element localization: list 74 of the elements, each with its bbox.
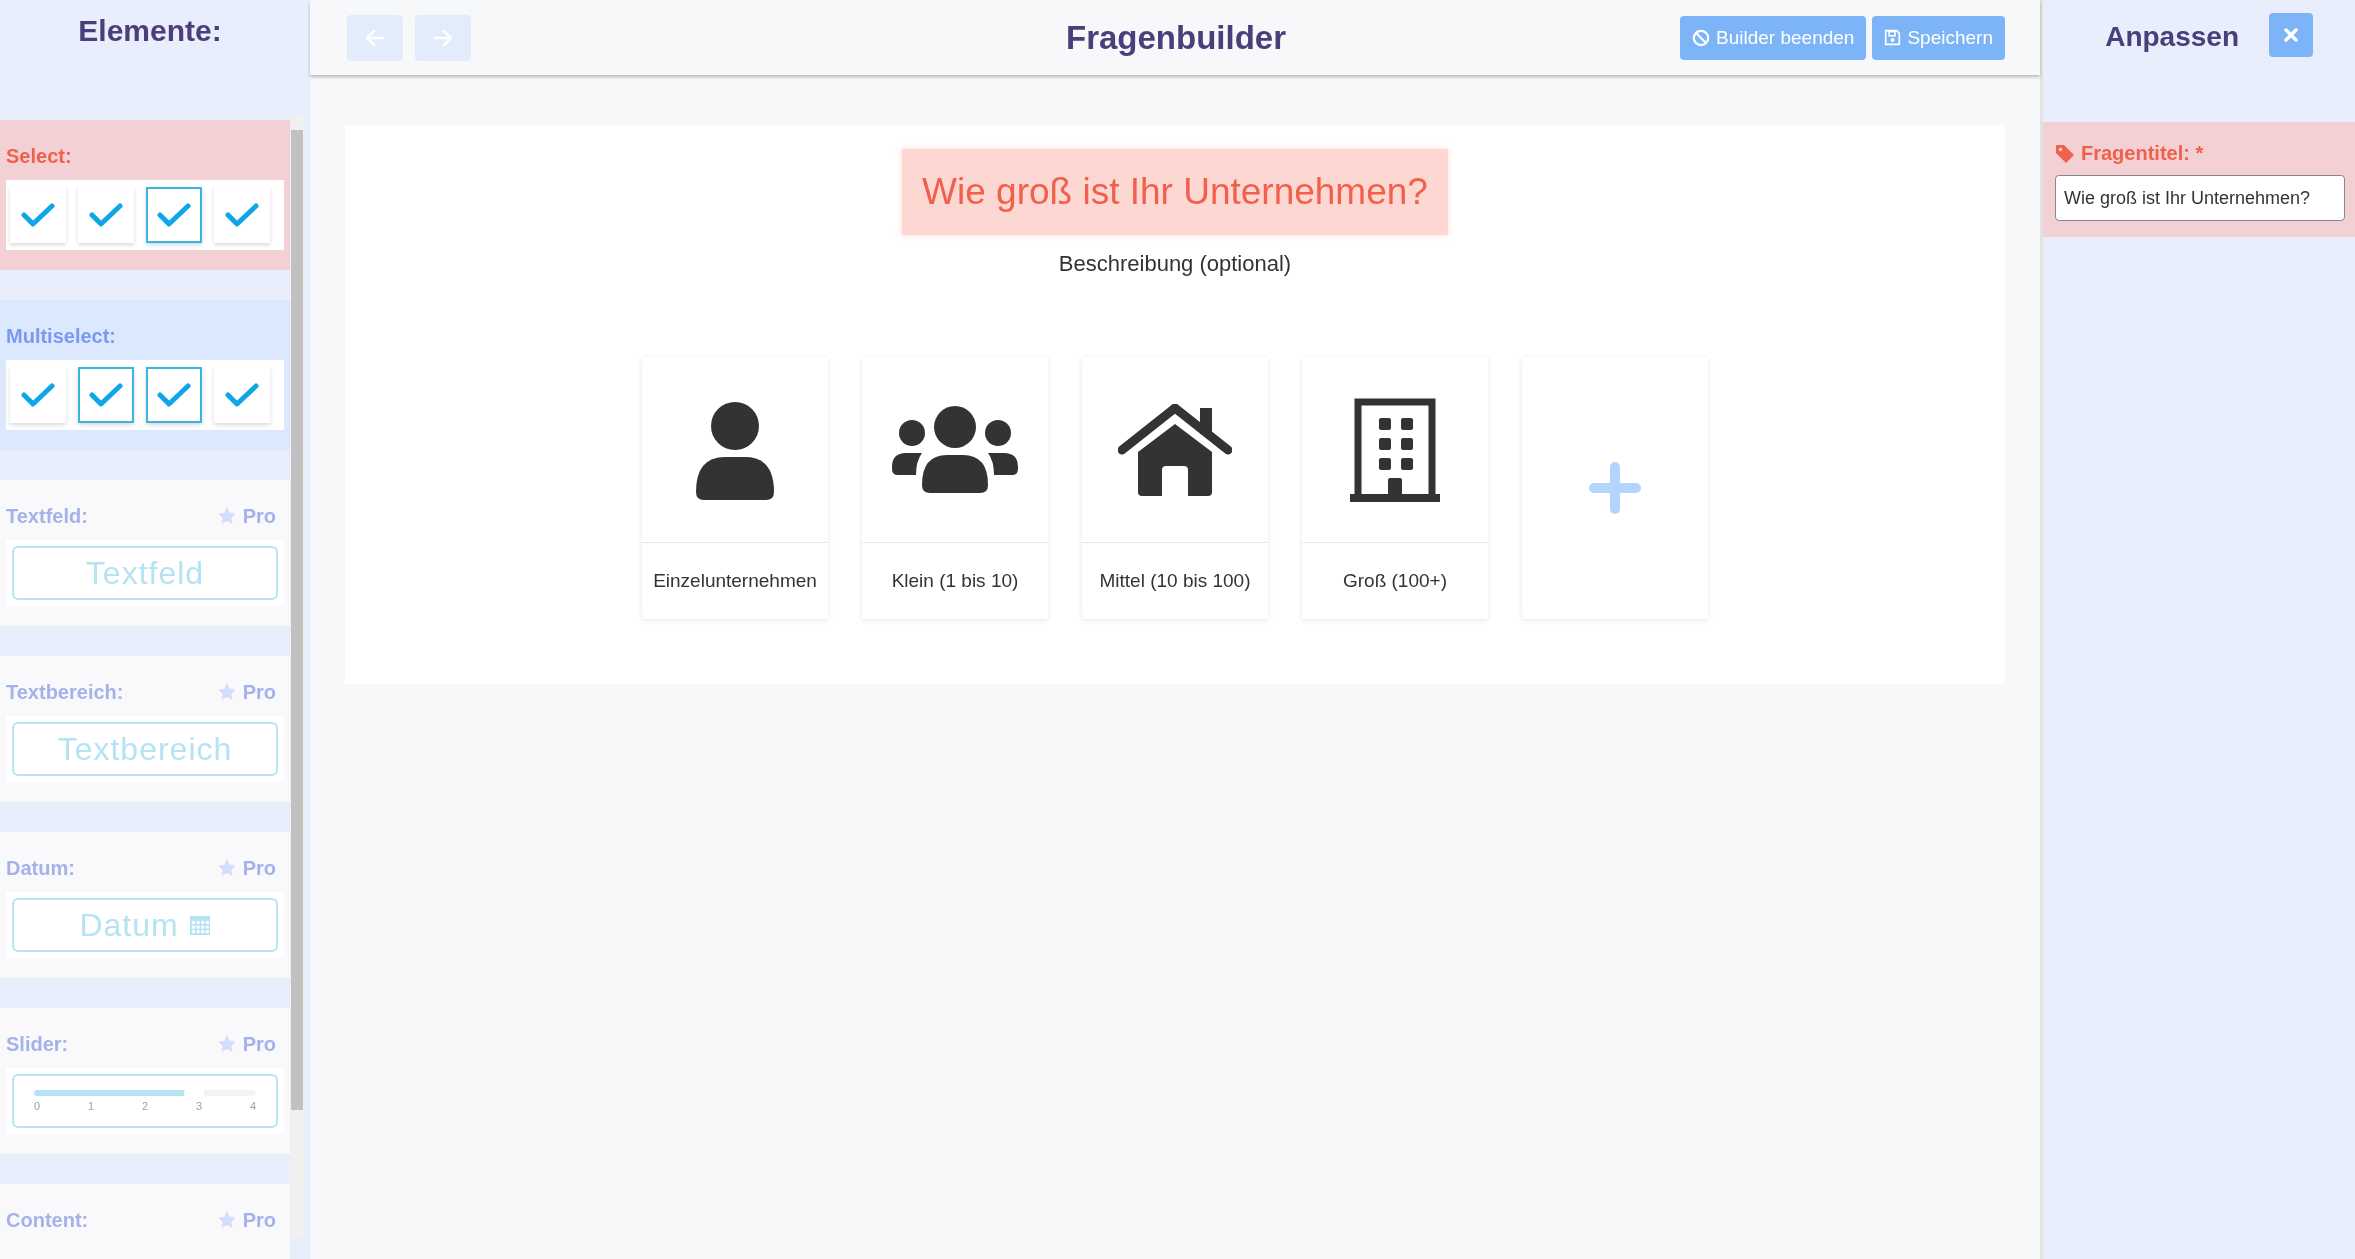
question-title[interactable]: Wie groß ist Ihr Unternehmen? xyxy=(902,149,1448,235)
check-icon xyxy=(21,202,55,228)
element-card[interactable]: Textfeld: Pro Textfeld xyxy=(0,480,290,626)
answer-tile[interactable]: Mittel (10 bis 100) xyxy=(1082,357,1268,619)
element-card[interactable]: Multiselect: xyxy=(0,300,290,450)
option-tile[interactable] xyxy=(10,187,66,243)
star-icon xyxy=(216,1210,237,1230)
house-icon xyxy=(1118,403,1232,496)
answer-tile[interactable]: Groß (100+) xyxy=(1302,357,1488,619)
answer-tile[interactable]: Klein (1 bis 10) xyxy=(862,357,1048,619)
scrollbar[interactable] xyxy=(290,116,304,1237)
slider-preview[interactable]: 0 1 2 3 4 xyxy=(12,1074,278,1128)
save-button[interactable]: Speichern xyxy=(1872,15,2005,60)
element-card[interactable]: Datum: Pro Datum xyxy=(0,832,290,978)
element-label: Textfeld: xyxy=(6,504,88,528)
star-icon xyxy=(216,506,237,526)
date-preview[interactable]: Datum xyxy=(12,898,278,952)
element-label: Datum: xyxy=(6,856,75,880)
ban-icon xyxy=(1692,28,1711,47)
element-label: Slider: xyxy=(6,1032,69,1056)
panel-title: Anpassen xyxy=(2105,21,2239,53)
check-icon xyxy=(21,382,55,408)
element-card[interactable]: Select: xyxy=(0,120,290,270)
plus-icon xyxy=(1589,462,1641,514)
pro-label: Pro xyxy=(242,856,276,880)
option-tile[interactable] xyxy=(214,187,270,243)
pro-label: Pro xyxy=(242,504,276,528)
tag-icon xyxy=(2055,143,2075,164)
element-label: Textbereich: xyxy=(6,680,124,704)
option-tile[interactable] xyxy=(146,187,202,243)
close-button[interactable] xyxy=(2269,13,2313,57)
option-tile[interactable] xyxy=(78,367,134,423)
star-icon xyxy=(216,682,237,702)
builder-title: Fragenbuilder xyxy=(1066,18,1286,56)
star-icon xyxy=(216,858,237,878)
group-icon xyxy=(892,404,1018,495)
sidebar-title: Elemente: xyxy=(78,14,223,49)
option-tile[interactable] xyxy=(146,367,202,423)
tick-label: 2 xyxy=(141,1100,149,1112)
option-tile[interactable] xyxy=(10,367,66,423)
close-icon xyxy=(2283,27,2299,43)
tick-label: 0 xyxy=(34,1100,41,1112)
textarea-preview[interactable]: Textbereich xyxy=(12,722,278,776)
check-icon xyxy=(157,382,191,408)
pro-label: Pro xyxy=(242,680,276,704)
field-label: Fragentitel: * xyxy=(2081,142,2204,165)
star-icon xyxy=(216,1034,237,1054)
answer-tile[interactable]: Einzelunternehmen xyxy=(642,357,828,619)
question-description[interactable]: Beschreibung (optional) xyxy=(1058,251,1292,277)
pro-label: Pro xyxy=(242,1208,276,1232)
save-icon xyxy=(1884,29,1902,46)
element-label: Select: xyxy=(6,144,72,168)
element-label: Multiselect: xyxy=(6,324,117,348)
element-card[interactable]: Slider: Pro 0 1 2 3 4 xyxy=(0,1008,290,1154)
check-icon xyxy=(157,202,191,228)
tick-label: 1 xyxy=(87,1100,95,1112)
element-label: Content: xyxy=(6,1208,89,1232)
check-icon xyxy=(225,202,259,228)
check-icon xyxy=(225,382,259,408)
title-input[interactable]: Wie groß ist Ihr Unternehmen? xyxy=(2055,175,2345,221)
element-card[interactable]: Textbereich: Pro Textbereich xyxy=(0,656,290,802)
check-icon xyxy=(89,382,123,408)
pro-label: Pro xyxy=(242,1032,276,1056)
textfield-preview[interactable]: Textfeld xyxy=(12,546,278,600)
option-tile[interactable] xyxy=(78,187,134,243)
end-button[interactable]: Builder beenden xyxy=(1680,15,1867,60)
add-answer-tile[interactable] xyxy=(1522,357,1708,619)
check-icon xyxy=(89,202,123,228)
building-icon xyxy=(1350,397,1440,502)
element-card[interactable]: Content: Pro xyxy=(0,1184,290,1259)
tick-label: 3 xyxy=(195,1100,203,1112)
calendar-icon xyxy=(188,914,211,936)
tick-label: 4 xyxy=(249,1100,256,1112)
option-tile[interactable] xyxy=(214,367,270,423)
